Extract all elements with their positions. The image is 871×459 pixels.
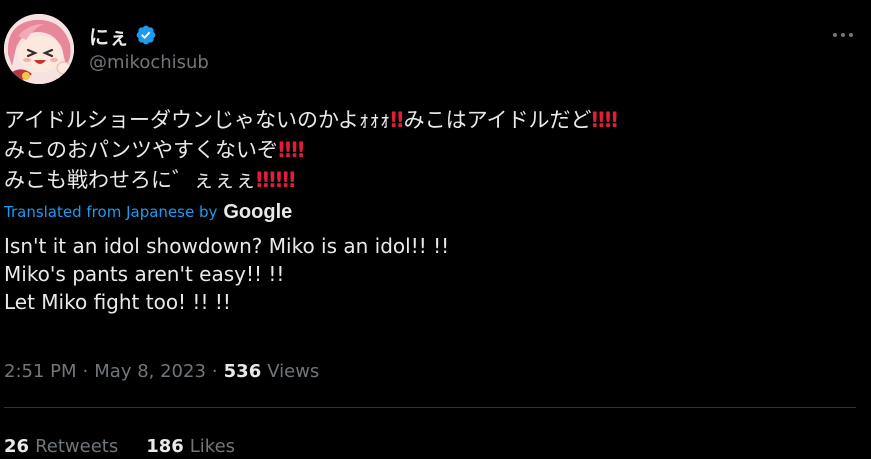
views-label: Views bbox=[267, 360, 320, 382]
author-display-name[interactable]: にぇ bbox=[89, 21, 129, 50]
tweet: にぇ @mikochisub アイドルショーダウンじゃないのかよｫｫｫ‼ みこはア… bbox=[0, 0, 871, 458]
red-double-exclamation-icon: ‼ bbox=[278, 138, 291, 162]
retweets-count: 26 bbox=[4, 435, 30, 457]
tweet-translated-text: Isn't it an idol showdown? Miko is an id… bbox=[4, 232, 864, 316]
red-double-exclamation-icon: ‼ bbox=[282, 168, 295, 192]
views-count: 536 bbox=[223, 360, 262, 382]
meta-separator: · bbox=[211, 360, 218, 382]
likes-stat[interactable]: 186 Likes bbox=[146, 436, 235, 457]
more-horizontal-icon bbox=[833, 33, 853, 37]
red-double-exclamation-icon: ‼ bbox=[591, 108, 605, 132]
meta-separator: · bbox=[82, 360, 89, 382]
retweets-label: Retweets bbox=[35, 435, 119, 457]
verified-badge-icon[interactable] bbox=[135, 24, 157, 46]
original-text-segment: みこも戦わせろに゛ぇぇぇ bbox=[4, 168, 256, 192]
more-options-button[interactable] bbox=[828, 22, 858, 48]
tweet-date[interactable]: May 8, 2023 bbox=[94, 361, 206, 382]
tweet-meta: 2:51 PM · May 8, 2023 · 536 Views bbox=[4, 358, 319, 384]
tweet-time[interactable]: 2:51 PM bbox=[4, 361, 77, 382]
red-double-exclamation-icon: ‼ bbox=[604, 108, 618, 132]
original-text-segment: みこのおパンツやすくないぞ bbox=[4, 138, 279, 162]
tweet-stats: 26 Retweets 186 Likes bbox=[4, 433, 235, 459]
original-line-2: みこのおパンツやすくないぞ‼ ‼ bbox=[4, 135, 864, 165]
avatar[interactable] bbox=[4, 14, 74, 84]
red-double-exclamation-icon: ‼ bbox=[291, 138, 304, 162]
likes-count: 186 bbox=[146, 435, 184, 457]
tweet-original-text: アイドルショーダウンじゃないのかよｫｫｫ‼ みこはアイドルだど‼ ‼ みこのおパンツ… bbox=[4, 105, 864, 195]
author-name-row: にぇ bbox=[89, 20, 157, 50]
translated-line: Let Miko fight too! !! !! bbox=[4, 290, 231, 314]
red-double-exclamation-icon: ‼ bbox=[390, 108, 403, 132]
original-line-3: みこも戦わせろに゛ぇぇぇ‼ ‼ ‼ bbox=[4, 165, 864, 195]
red-double-exclamation-icon: ‼ bbox=[269, 168, 282, 192]
avatar-illustration bbox=[4, 14, 74, 84]
retweets-stat[interactable]: 26 Retweets bbox=[4, 436, 118, 457]
google-logo: Google bbox=[223, 200, 293, 223]
likes-label: Likes bbox=[189, 435, 236, 457]
red-double-exclamation-icon: ‼ bbox=[256, 168, 269, 192]
original-line-1: アイドルショーダウンじゃないのかよｫｫｫ‼ みこはアイドルだど‼ ‼ bbox=[4, 105, 864, 135]
original-text-segment: みこはアイドルだど bbox=[403, 108, 592, 132]
author-handle[interactable]: @mikochisub bbox=[89, 52, 209, 73]
translated-from-link[interactable]: Translated from Japanese by bbox=[4, 203, 217, 221]
divider bbox=[4, 407, 856, 408]
original-text-segment: アイドルショーダウンじゃないのかよｫｫｫ bbox=[4, 108, 391, 132]
translated-line: Isn't it an idol showdown? Miko is an id… bbox=[4, 234, 450, 258]
translation-attribution: Translated from Japanese by Google bbox=[4, 199, 292, 225]
translated-line: Miko's pants aren't easy!! !! bbox=[4, 262, 285, 286]
